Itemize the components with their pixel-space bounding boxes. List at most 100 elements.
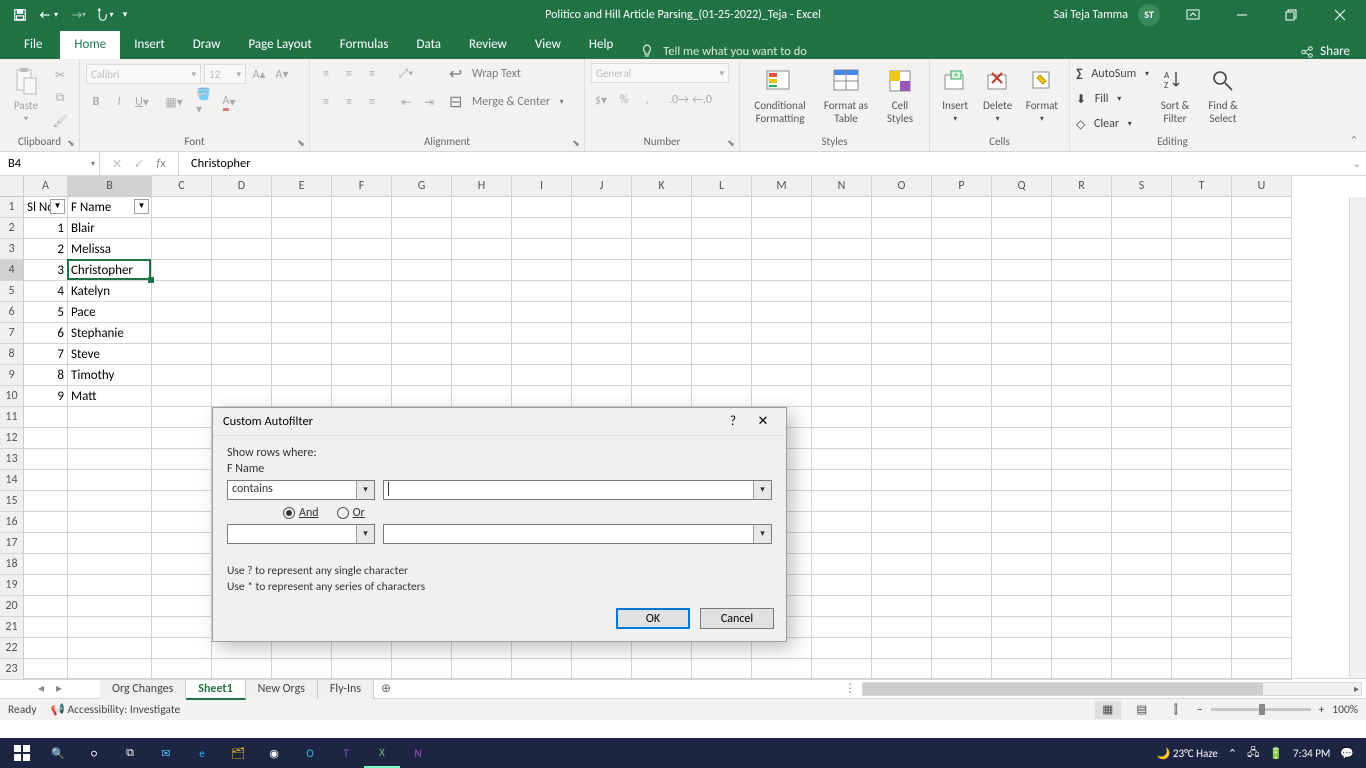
row-header-22[interactable]: 22: [0, 638, 24, 659]
sheet-prev-icon[interactable]: ◂: [38, 681, 44, 696]
column-header-I[interactable]: I: [512, 176, 572, 197]
tab-insert[interactable]: Insert: [120, 31, 179, 59]
select-all-corner[interactable]: [0, 176, 24, 197]
cell[interactable]: [1052, 239, 1112, 260]
cell[interactable]: [992, 386, 1052, 407]
cell[interactable]: [572, 323, 632, 344]
column-header-C[interactable]: C: [152, 176, 212, 197]
sheet-next-icon[interactable]: ▸: [56, 681, 62, 696]
cell[interactable]: [392, 659, 452, 680]
cancel-button[interactable]: Cancel: [700, 608, 774, 629]
font-color-icon[interactable]: A▾: [219, 92, 239, 112]
autosum-button[interactable]: ∑ AutoSum ▾: [1076, 63, 1149, 85]
cell[interactable]: [692, 302, 752, 323]
cell[interactable]: [332, 365, 392, 386]
cell[interactable]: [872, 323, 932, 344]
cell[interactable]: [152, 491, 212, 512]
cell[interactable]: [68, 596, 152, 617]
cell[interactable]: [152, 323, 212, 344]
cell[interactable]: [1232, 260, 1292, 281]
cell[interactable]: [68, 407, 152, 428]
cell[interactable]: Steve: [68, 344, 152, 365]
increase-decimal-icon[interactable]: .0→: [669, 90, 689, 110]
name-box[interactable]: B4▾: [0, 152, 100, 175]
cell[interactable]: [1232, 470, 1292, 491]
cell[interactable]: [272, 239, 332, 260]
cell[interactable]: [1172, 197, 1232, 218]
start-button[interactable]: [4, 738, 40, 768]
cell[interactable]: [1232, 638, 1292, 659]
cell[interactable]: [452, 302, 512, 323]
onenote-icon[interactable]: N: [400, 738, 436, 768]
cell[interactable]: [512, 260, 572, 281]
cell[interactable]: [692, 281, 752, 302]
cell[interactable]: [812, 386, 872, 407]
cell[interactable]: [152, 239, 212, 260]
clipboard-launcher-icon[interactable]: ⬊: [65, 137, 77, 149]
column-header-K[interactable]: K: [632, 176, 692, 197]
borders-icon[interactable]: ▦▾: [164, 92, 184, 112]
cell[interactable]: [1112, 239, 1172, 260]
cell[interactable]: [1112, 638, 1172, 659]
cell[interactable]: [752, 659, 812, 680]
column-header-J[interactable]: J: [572, 176, 632, 197]
filter-button-fname[interactable]: ▼: [134, 199, 149, 214]
cell[interactable]: [872, 533, 932, 554]
search-taskbar-icon[interactable]: 🔍: [40, 738, 76, 768]
insert-cells-button[interactable]: + Insert▾: [936, 63, 974, 124]
cell[interactable]: [332, 218, 392, 239]
column-header-F[interactable]: F: [332, 176, 392, 197]
row-header-21[interactable]: 21: [0, 617, 24, 638]
cell[interactable]: [24, 659, 68, 680]
row-header-11[interactable]: 11: [0, 407, 24, 428]
delete-cells-button[interactable]: Delete▾: [978, 63, 1016, 124]
cell[interactable]: [752, 344, 812, 365]
cell[interactable]: [992, 302, 1052, 323]
cell[interactable]: [452, 659, 512, 680]
customize-qat-icon[interactable]: ▾: [118, 3, 132, 27]
cortana-icon[interactable]: ○: [76, 738, 112, 768]
cell[interactable]: [68, 491, 152, 512]
cell[interactable]: [1232, 512, 1292, 533]
number-launcher-icon[interactable]: ⬊: [725, 137, 737, 149]
cell[interactable]: [1112, 218, 1172, 239]
cell[interactable]: [1112, 554, 1172, 575]
cell[interactable]: [812, 428, 872, 449]
row-header-6[interactable]: 6: [0, 302, 24, 323]
cell[interactable]: [1172, 239, 1232, 260]
cell[interactable]: [1232, 365, 1292, 386]
cell[interactable]: Christopher: [68, 260, 152, 281]
cell[interactable]: [392, 218, 452, 239]
row-header-16[interactable]: 16: [0, 512, 24, 533]
cell[interactable]: [1232, 407, 1292, 428]
sheet-tab-org-changes[interactable]: Org Changes: [100, 679, 186, 699]
cell[interactable]: [752, 260, 812, 281]
cell[interactable]: [1112, 575, 1172, 596]
cell[interactable]: [24, 533, 68, 554]
enter-formula-icon[interactable]: ✓: [128, 156, 150, 172]
cell[interactable]: 3: [24, 260, 68, 281]
column-header-L[interactable]: L: [692, 176, 752, 197]
column-header-Q[interactable]: Q: [992, 176, 1052, 197]
align-top-icon[interactable]: ≡: [316, 64, 336, 84]
cell[interactable]: [1052, 449, 1112, 470]
cell[interactable]: [24, 638, 68, 659]
cell[interactable]: [68, 470, 152, 491]
cell[interactable]: [1052, 512, 1112, 533]
cell[interactable]: [1172, 302, 1232, 323]
cell[interactable]: [1052, 323, 1112, 344]
cell[interactable]: Katelyn: [68, 281, 152, 302]
cell[interactable]: [272, 197, 332, 218]
cell[interactable]: [932, 596, 992, 617]
cell[interactable]: [212, 344, 272, 365]
cell[interactable]: [812, 512, 872, 533]
cell[interactable]: [812, 197, 872, 218]
cell[interactable]: [152, 407, 212, 428]
tray-chevron-icon[interactable]: ⌃: [1228, 747, 1237, 760]
cell[interactable]: [932, 239, 992, 260]
cell[interactable]: [332, 302, 392, 323]
filter-value-2[interactable]: ▾: [383, 524, 772, 544]
cut-icon[interactable]: ✂: [50, 65, 70, 85]
excel-taskbar-icon[interactable]: X: [364, 738, 400, 768]
cell[interactable]: [1052, 659, 1112, 680]
